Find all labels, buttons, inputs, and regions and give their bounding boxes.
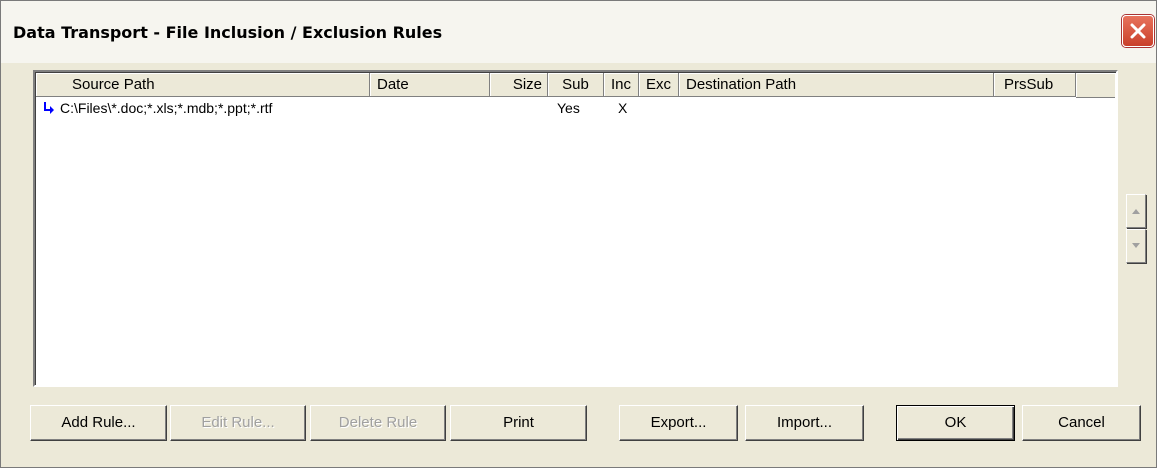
close-icon xyxy=(1130,23,1146,39)
column-header-inc[interactable]: Inc xyxy=(604,73,639,97)
column-header-prssub[interactable]: PrsSub xyxy=(994,73,1076,97)
close-button[interactable] xyxy=(1122,15,1154,47)
table-row[interactable]: C:\Files\*.doc;*.xls;*.mdb;*.ppt;*.rtf Y… xyxy=(36,98,1115,118)
cell-inc: X xyxy=(618,100,628,116)
column-header-source-path[interactable]: Source Path xyxy=(36,73,370,97)
cell-sub: Yes xyxy=(557,100,580,116)
window-title: Data Transport - File Inclusion / Exclus… xyxy=(13,23,443,42)
rules-list[interactable]: Source Path Date Size Sub Inc Exc Destin… xyxy=(33,70,1118,387)
header-filler xyxy=(1076,73,1115,98)
list-header: Source Path Date Size Sub Inc Exc Destin… xyxy=(36,73,1115,98)
title-bar[interactable]: Data Transport - File Inclusion / Exclus… xyxy=(1,1,1156,64)
import-button[interactable]: Import... xyxy=(745,405,864,441)
print-button[interactable]: Print xyxy=(450,405,587,441)
column-header-sub[interactable]: Sub xyxy=(548,73,604,97)
arrow-down-icon xyxy=(1132,243,1140,248)
arrow-up-icon xyxy=(1132,209,1140,214)
column-header-exc[interactable]: Exc xyxy=(639,73,679,97)
column-header-size[interactable]: Size xyxy=(490,73,548,97)
edit-rule-button[interactable]: Edit Rule... xyxy=(170,405,306,441)
dialog-window: Data Transport - File Inclusion / Exclus… xyxy=(0,0,1157,468)
export-button[interactable]: Export... xyxy=(619,405,738,441)
column-header-destination-path[interactable]: Destination Path xyxy=(679,73,994,97)
cell-source-path: C:\Files\*.doc;*.xls;*.mdb;*.ppt;*.rtf xyxy=(60,100,273,116)
cancel-button[interactable]: Cancel xyxy=(1022,405,1141,441)
arrow-right-icon xyxy=(44,102,54,114)
add-rule-button[interactable]: Add Rule... xyxy=(30,405,167,441)
move-up-button[interactable] xyxy=(1126,194,1146,228)
ok-button[interactable]: OK xyxy=(896,405,1015,441)
column-header-date[interactable]: Date xyxy=(370,73,490,97)
delete-rule-button[interactable]: Delete Rule xyxy=(310,405,446,441)
move-down-button[interactable] xyxy=(1126,229,1146,263)
